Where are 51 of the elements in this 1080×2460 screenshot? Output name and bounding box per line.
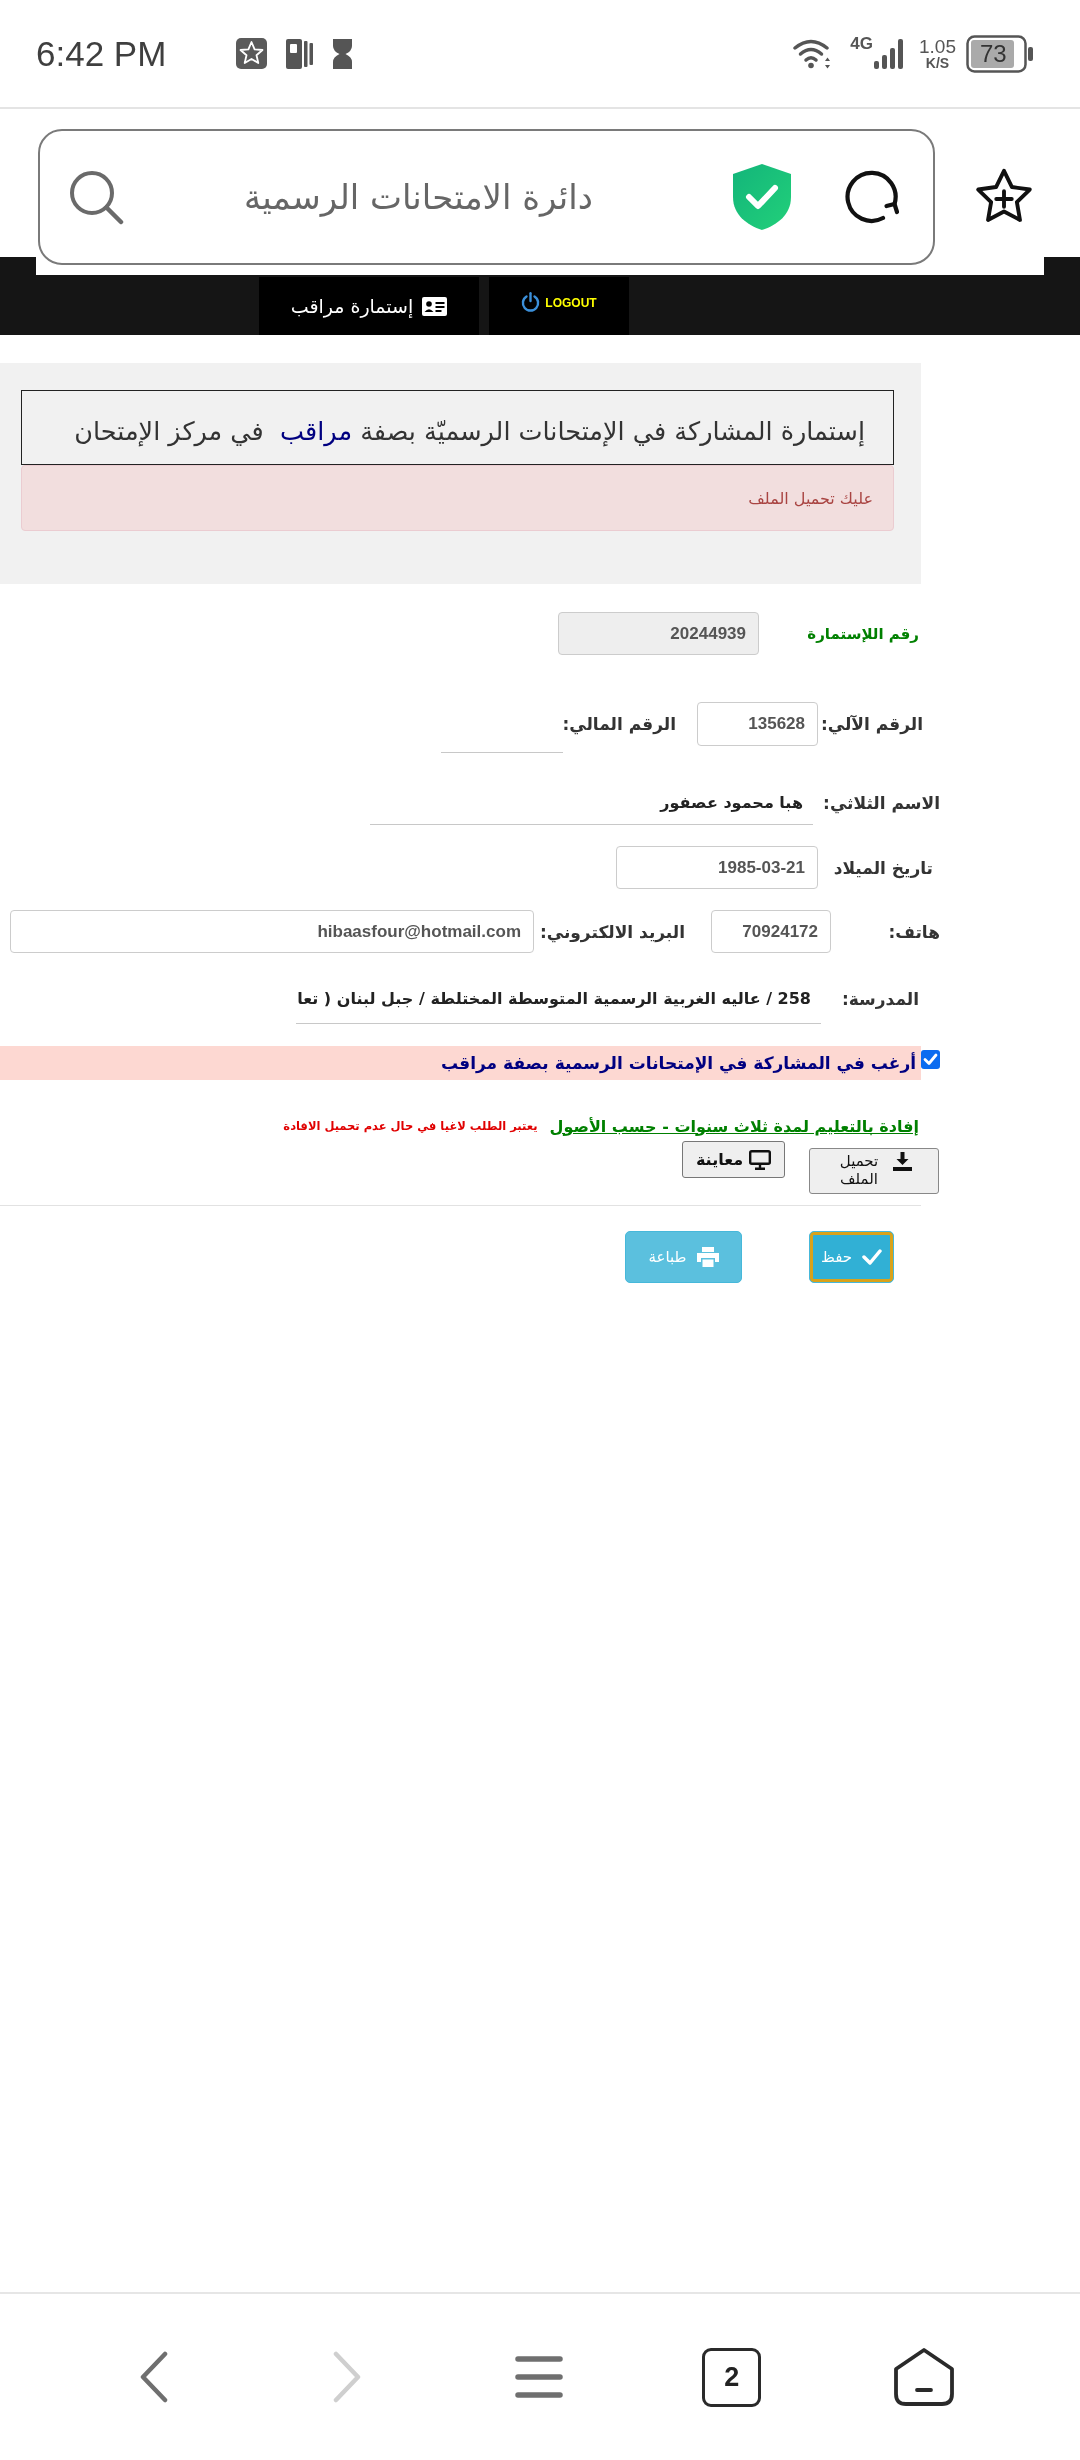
wifi-icon <box>792 37 833 70</box>
data-speed: 1.05 <box>919 37 956 56</box>
input-field[interactable]: 135628 <box>697 702 818 746</box>
certificate-link[interactable]: إفادة بالتعليم لمدة ثلاث سنوات - حسب الأصول <box>549 1116 919 1136</box>
network-type: 4G <box>850 35 873 52</box>
checkbox[interactable] <box>921 1050 940 1069</box>
field-label: تاريخ الميلاد <box>833 857 933 878</box>
field-label: الرقم المالي: <box>562 714 676 734</box>
hourglass-icon <box>332 38 354 69</box>
signal-icon <box>873 38 905 69</box>
warning-note: يعتبر الطلب لاغيا في حال عدم تحميل الافادة <box>283 1119 538 1133</box>
tab-count-button[interactable]: 2 <box>702 2347 762 2407</box>
input-field[interactable]: 70924172 <box>711 910 831 953</box>
field-label: رقم اللإستمارة <box>807 624 919 643</box>
input-field[interactable]: hibaasfour@hotmail.com <box>10 910 534 953</box>
input-field[interactable]: 1985-03-21 <box>616 846 818 889</box>
battery-icon <box>966 34 1034 73</box>
status-time: 6:42 PM <box>36 33 167 74</box>
underlined-field[interactable]: 258 / عاليه الغربية الرسمية المتوسطة المختلطة / جبل لبنان ( تعا <box>296 974 821 1024</box>
printer-icon <box>696 1247 719 1267</box>
nav-tab[interactable]: إستمارة مراقب <box>259 277 479 335</box>
check-icon <box>862 1249 883 1265</box>
battery-percentage: 73 <box>980 39 1007 68</box>
document-stack-icon <box>286 38 314 69</box>
download-icon <box>893 1152 912 1171</box>
home-icon[interactable] <box>893 2348 956 2406</box>
logout-button[interactable]: LOGOUT <box>489 277 629 335</box>
shield-check-icon[interactable] <box>731 163 793 231</box>
field-label: البريد الالكتروني: <box>539 921 685 942</box>
address-text: دائرة الامتحانات الرسمية <box>244 177 593 217</box>
field-label: الاسم الثلاثي: <box>823 792 940 813</box>
star-badge-icon <box>236 38 268 69</box>
preview-button[interactable]: معاينة <box>682 1141 785 1178</box>
address-bar[interactable]: دائرة الامتحانات الرسمية <box>38 129 935 265</box>
alert-message: عليك تحميل الملف <box>21 465 894 531</box>
id-card-icon <box>422 296 448 316</box>
data-speed-unit: K/S <box>925 56 950 70</box>
upload-button[interactable]: تحميل الملف <box>809 1148 939 1194</box>
field-label: الرقم الآلي: <box>820 714 923 734</box>
search-icon[interactable] <box>68 169 124 225</box>
reload-icon[interactable] <box>842 168 900 226</box>
form-title: إستمارة المشاركة في الإمتحانات الرسميّة بصفة مراقب في مركز الإمتحان <box>21 390 894 465</box>
field-label: المدرسة: <box>841 989 919 1009</box>
consent-label: أرغب في المشاركة في الإمتحانات الرسمية بصفة مراقب <box>441 1053 916 1073</box>
power-icon <box>521 292 541 312</box>
monitor-icon <box>749 1149 772 1170</box>
menu-icon[interactable] <box>515 2356 564 2398</box>
field-label: هاتف: <box>888 921 940 942</box>
back-icon[interactable] <box>140 2351 169 2403</box>
underlined-field[interactable]: هبا محمود عصفور <box>370 780 813 825</box>
input-field: 20244939 <box>558 612 759 655</box>
